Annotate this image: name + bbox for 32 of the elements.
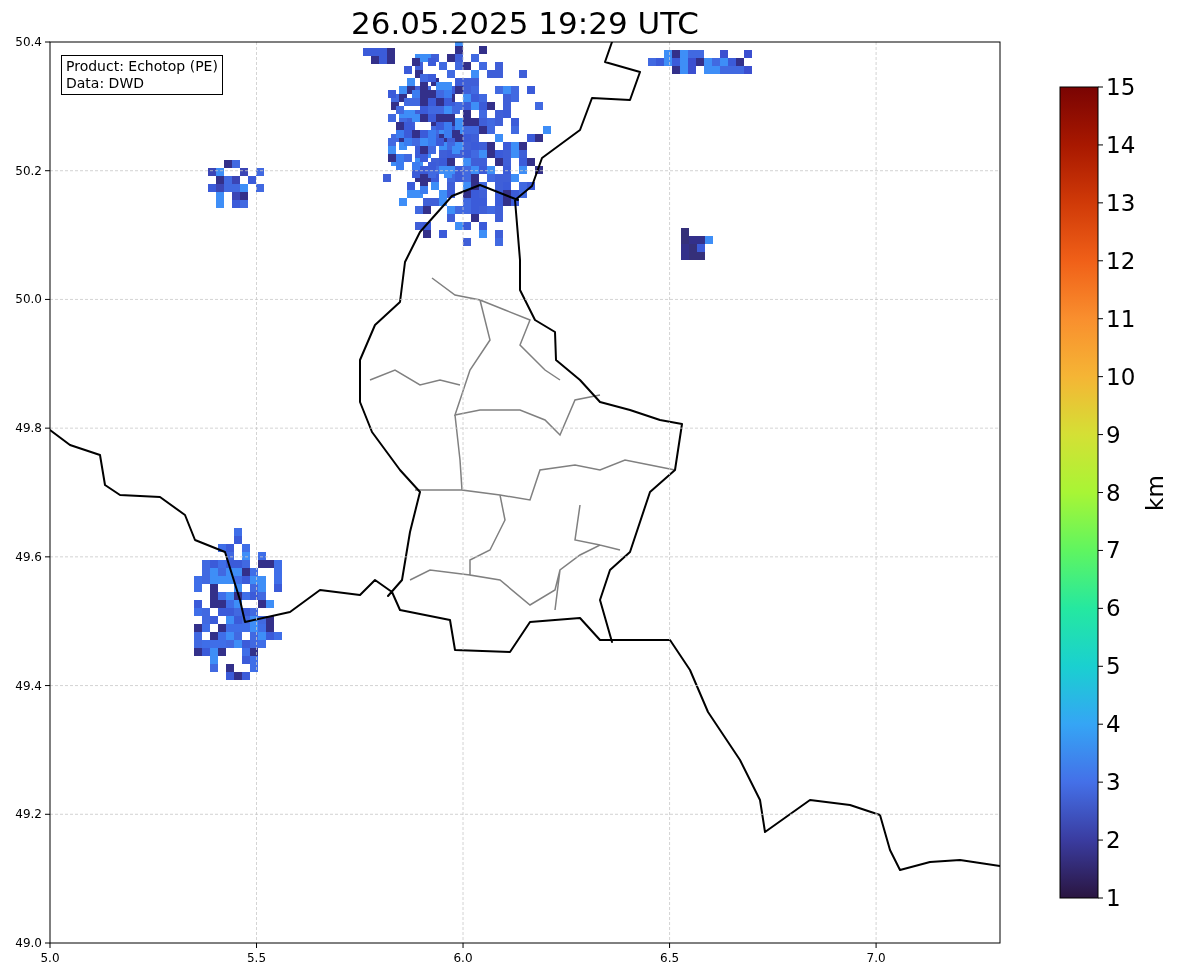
- chart-title: 26.05.2025 19:29 UTC: [351, 5, 699, 41]
- colorbar-tick-label: 15: [1106, 74, 1136, 100]
- colorbar-tick-label: 7: [1106, 537, 1121, 564]
- colorbar-tick-label: 11: [1106, 305, 1136, 332]
- colorbar-tick-label: 8: [1106, 479, 1121, 506]
- axis-tick-label: 49.4: [15, 678, 42, 693]
- colorbar-tick-label: 1: [1106, 885, 1121, 911]
- colorbar-tick-label: 13: [1106, 189, 1136, 216]
- colorbar-tick-label: 2: [1106, 827, 1121, 854]
- axis-tick-label: 50.0: [15, 292, 42, 307]
- colorbar-tick-label: 6: [1106, 595, 1121, 622]
- colorbar-tick-label: 12: [1106, 247, 1136, 274]
- axis-tick-label: 49.8: [15, 421, 42, 436]
- colorbar-tick-label: 3: [1106, 769, 1121, 796]
- info-text: Data: DWD: [66, 75, 145, 92]
- colorbar-tick-label: 5: [1106, 653, 1121, 680]
- axis-tick-label: 7.0: [866, 951, 886, 965]
- axis-tick-label: 50.2: [15, 163, 42, 178]
- axis-tick-label: 5.5: [246, 951, 267, 965]
- axis-tick-label: 50.4: [15, 35, 42, 49]
- colorbar-tick-label: 10: [1106, 363, 1136, 390]
- axis-tick-label: 6.5: [660, 951, 680, 965]
- colorbar-tick-label: 14: [1106, 131, 1136, 158]
- axis-tick-label: 49.6: [15, 549, 42, 564]
- colorbar-tick-label: 4: [1106, 711, 1121, 738]
- info-text: Product: Echotop (PE): [66, 58, 218, 75]
- axis-tick-label: 6.0: [453, 951, 473, 965]
- colorbar-label: km: [1142, 475, 1168, 511]
- axis-tick-label: 49.0: [15, 936, 42, 950]
- axis-tick-label: 5.0: [40, 951, 60, 965]
- colorbar-tick-label: 9: [1106, 421, 1121, 448]
- axis-tick-label: 49.2: [15, 807, 42, 822]
